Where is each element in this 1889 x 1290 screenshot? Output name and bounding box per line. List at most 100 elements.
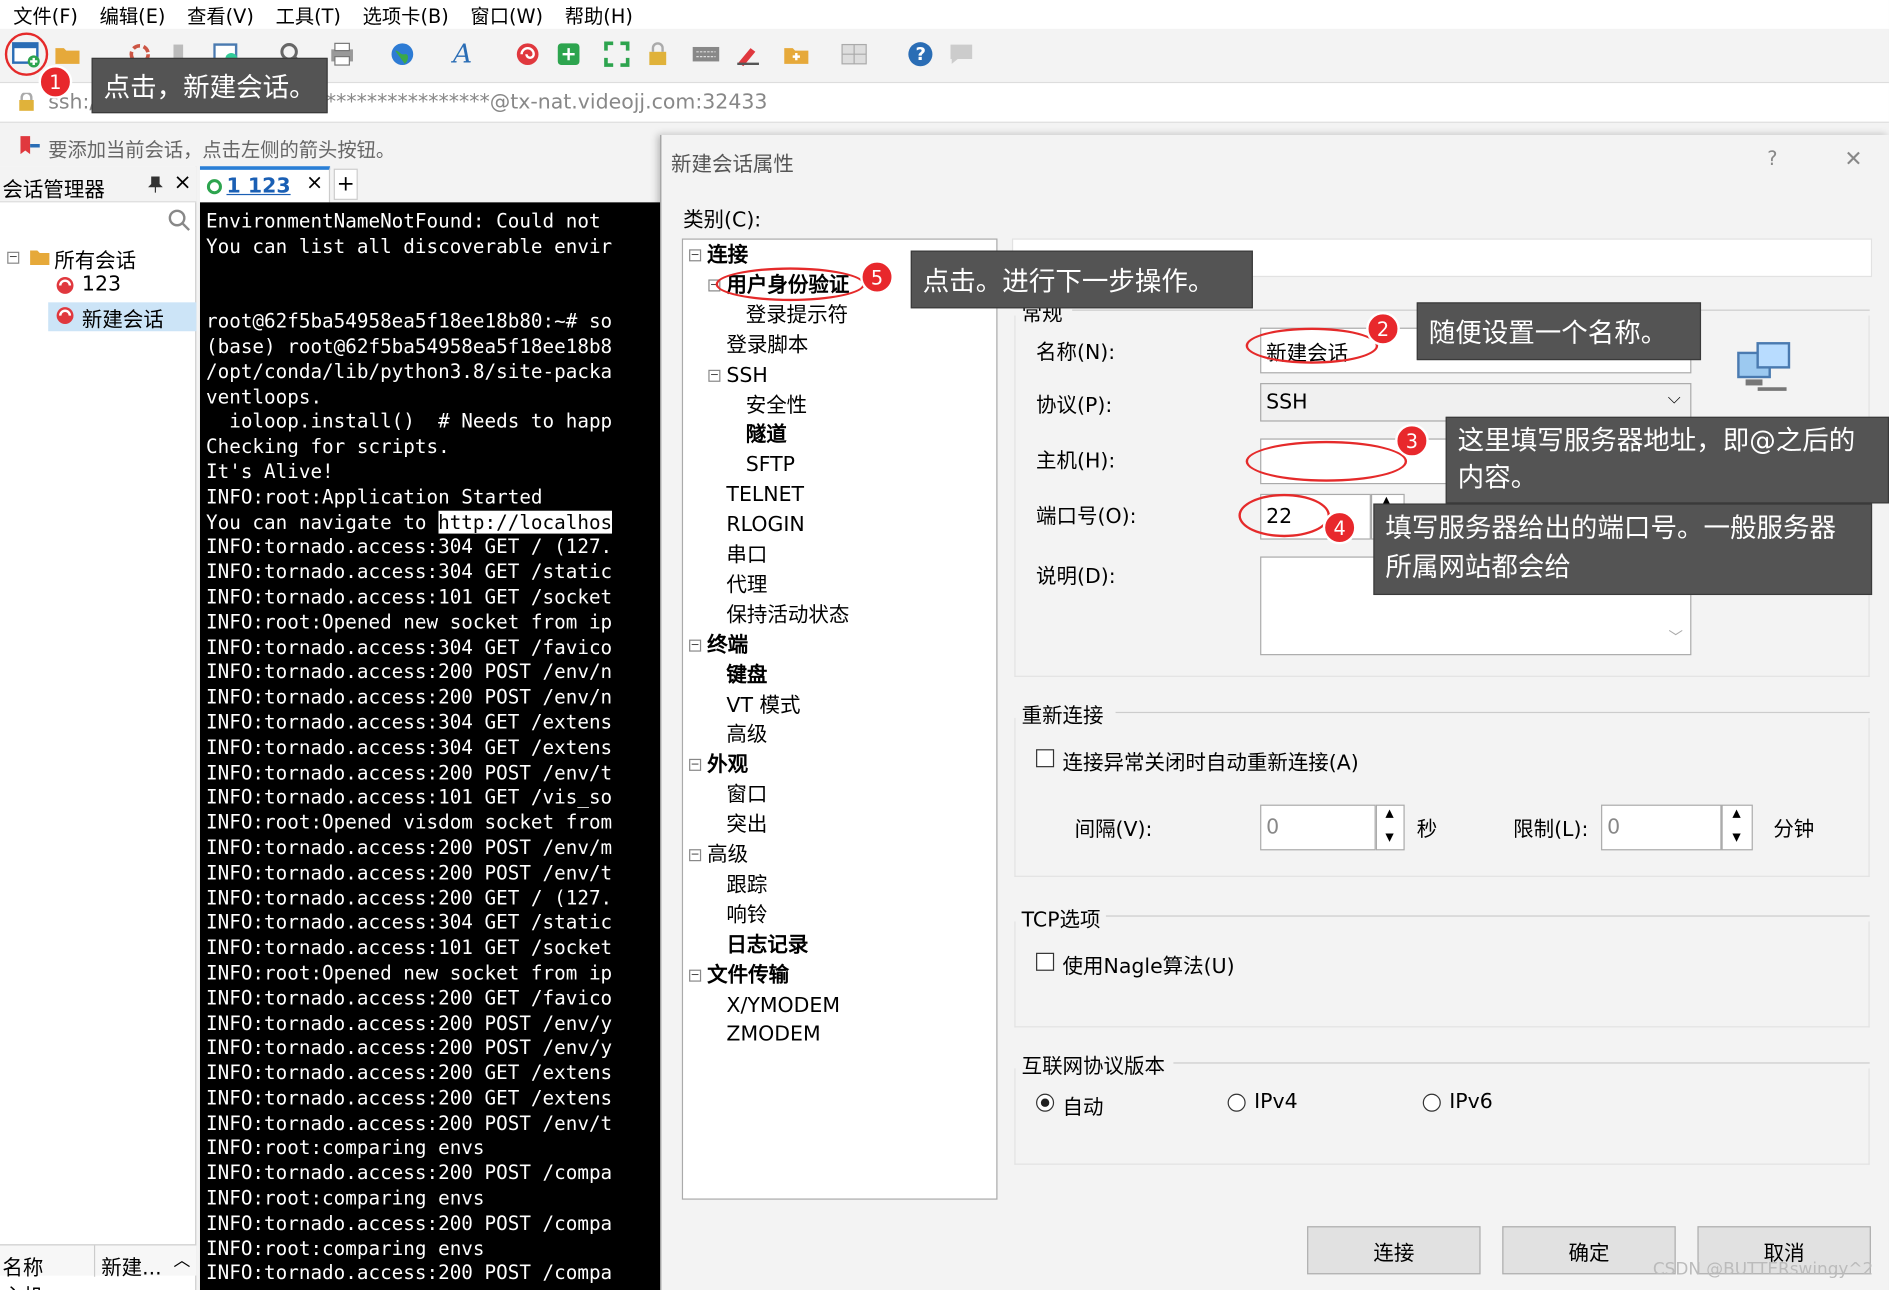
- category-item[interactable]: X/YMODEM: [726, 992, 840, 1018]
- category-item[interactable]: SFTP: [746, 452, 795, 478]
- annotation-4-line2: 所属网站都会给: [1385, 552, 1571, 583]
- terminal-line: INFO:tornado.access:200 POST /env/t: [206, 860, 613, 884]
- terminal[interactable]: EnvironmentNameNotFound: Could not You ca…: [199, 202, 661, 1290]
- fullscreen-icon[interactable]: [602, 40, 631, 69]
- group-ip-box: [1014, 1068, 1870, 1165]
- connected-icon: [205, 177, 224, 196]
- font-icon[interactable]: A: [446, 39, 480, 69]
- terminal-line: INFO:tornado.access:101 GET /socket: [206, 936, 613, 959]
- menu-tools[interactable]: 工具(T): [262, 0, 349, 29]
- bookmark-arrow-icon[interactable]: [17, 134, 44, 158]
- props-col-value: 新建...: [101, 1256, 162, 1281]
- menu-file[interactable]: 文件(F): [0, 0, 86, 29]
- menu-view[interactable]: 查看(V): [174, 0, 262, 29]
- help-icon[interactable]: ?: [906, 40, 935, 69]
- category-item[interactable]: VT 模式: [726, 692, 800, 718]
- xftp-icon[interactable]: [554, 40, 583, 69]
- category-item[interactable]: 跟踪: [726, 872, 767, 898]
- terminal-line: INFO:tornado.access:200 POST /compa: [206, 1211, 613, 1235]
- menu-window[interactable]: 窗口(W): [457, 0, 551, 29]
- search-icon[interactable]: [166, 207, 193, 233]
- category-item[interactable]: SSH: [726, 362, 767, 388]
- category-item[interactable]: TELNET: [726, 482, 804, 508]
- category-item[interactable]: 高级: [726, 722, 767, 748]
- highlight-icon[interactable]: [732, 40, 763, 69]
- tree-expand-toggle[interactable]: −: [689, 849, 702, 862]
- tab-close[interactable]: ×: [306, 171, 323, 195]
- terminal-link[interactable]: http://localhos: [438, 510, 612, 534]
- expand-toggle-all[interactable]: −: [7, 251, 20, 264]
- category-item[interactable]: 安全性: [746, 392, 807, 418]
- terminal-line: Checking for scripts.: [206, 435, 450, 458]
- chat-icon[interactable]: [947, 40, 976, 69]
- category-item[interactable]: ZMODEM: [726, 1022, 820, 1048]
- ok-button[interactable]: 确定: [1502, 1226, 1676, 1275]
- dialog-help-button[interactable]: ?: [1767, 147, 1777, 170]
- category-item[interactable]: 窗口: [726, 782, 767, 808]
- terminal-line: INFO:tornado.access:200 POST /env/t: [206, 760, 613, 784]
- menu-help[interactable]: 帮助(H): [552, 0, 642, 29]
- connect-button[interactable]: 连接: [1307, 1226, 1481, 1275]
- terminal-line: root@62f5ba54958ea5f18ee18b80:~# so: [206, 309, 613, 333]
- chevron-up-icon[interactable]: ︿: [173, 1248, 190, 1272]
- terminal-line: INFO:tornado.access:101 GET /vis_so: [206, 785, 613, 809]
- category-item[interactable]: 高级: [707, 842, 748, 868]
- props-row-host: 主机: [2, 1279, 43, 1290]
- keyboard-icon[interactable]: [689, 40, 723, 69]
- category-item[interactable]: 串口: [726, 542, 767, 568]
- menu-edit[interactable]: 编辑(E): [86, 0, 173, 29]
- category-item[interactable]: 响铃: [726, 902, 767, 928]
- tree-item-123[interactable]: 123: [82, 272, 121, 296]
- tree-expand-toggle[interactable]: −: [689, 639, 702, 652]
- annotation-1: 点击，新建会话。: [91, 57, 328, 114]
- tree-item-new-session[interactable]: 新建会话: [82, 302, 164, 332]
- category-item[interactable]: 文件传输: [707, 962, 789, 988]
- tree-item-all-sessions[interactable]: 所有会话: [54, 243, 136, 273]
- add-folder-icon[interactable]: [781, 40, 812, 69]
- terminal-line: INFO:tornado.access:304 GET /extens: [206, 710, 613, 734]
- menu-tab[interactable]: 选项卡(B): [349, 0, 457, 29]
- xshell-icon[interactable]: [513, 40, 542, 69]
- terminal-line: INFO:root:Opened visdom socket from: [206, 810, 613, 834]
- annotation-3: 这里填写服务器地址，即@之后的 内容。: [1445, 416, 1889, 504]
- category-item[interactable]: 突出: [726, 812, 767, 838]
- annotation-4-line1: 填写服务器给出的端口号。一般服务器: [1385, 514, 1836, 545]
- terminal-line: It's Alive!: [206, 460, 334, 483]
- globe-icon[interactable]: [388, 40, 417, 69]
- dialog-close-button[interactable]: ✕: [1844, 147, 1862, 172]
- category-item[interactable]: 登录提示符: [746, 302, 848, 328]
- category-item[interactable]: 保持活动状态: [726, 602, 849, 628]
- category-item[interactable]: 隧道: [746, 422, 787, 448]
- category-item[interactable]: 日志记录: [726, 932, 808, 958]
- pin-icon[interactable]: [145, 173, 167, 195]
- category-item[interactable]: 键盘: [726, 662, 767, 688]
- category-item[interactable]: 外观: [707, 752, 748, 778]
- category-item[interactable]: RLOGIN: [726, 512, 804, 538]
- category-item[interactable]: 代理: [726, 572, 767, 598]
- category-item[interactable]: 终端: [707, 632, 748, 658]
- print-icon[interactable]: [325, 40, 359, 69]
- category-item[interactable]: 连接: [707, 242, 748, 268]
- lock-icon[interactable]: [643, 40, 672, 69]
- tree-expand-toggle[interactable]: −: [689, 759, 702, 772]
- tree-expand-toggle[interactable]: −: [708, 369, 721, 382]
- category-item[interactable]: 登录脚本: [726, 332, 808, 358]
- session-manager-close[interactable]: ×: [173, 170, 191, 195]
- terminal-line: INFO:tornado.access:304 GET /static: [206, 910, 613, 934]
- tab-session-123[interactable]: 1 123 ×: [199, 166, 331, 203]
- tab-label: 1 123: [226, 174, 291, 199]
- highlight-ring-1: [4, 32, 49, 76]
- new-tab-button[interactable]: +: [333, 168, 358, 200]
- layout-icon[interactable]: [838, 40, 869, 69]
- terminal-line: INFO:tornado.access:200 POST /env/t: [206, 1111, 613, 1135]
- session-manager-header: 会话管理器 ×: [0, 166, 197, 203]
- session-icon: [54, 305, 76, 327]
- terminal-line: ventloops.: [206, 384, 323, 408]
- annotation-4: 填写服务器给出的端口号。一般服务器 所属网站都会给: [1373, 503, 1873, 596]
- group-divider: [1105, 915, 1870, 917]
- tree-expand-toggle[interactable]: −: [689, 249, 702, 262]
- tree-expand-toggle[interactable]: −: [689, 969, 702, 982]
- highlight-ring-port: [1238, 493, 1330, 538]
- highlight-ring-auth: [715, 267, 865, 302]
